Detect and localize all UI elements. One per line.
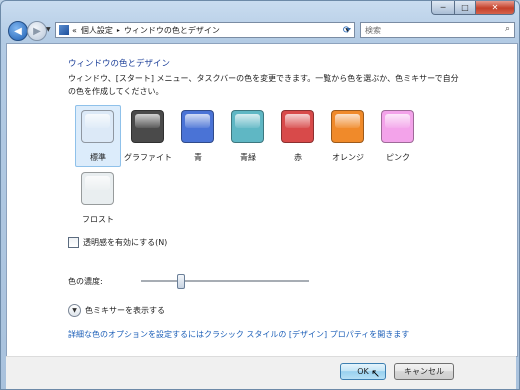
swatch-color-box[interactable]	[131, 110, 164, 143]
swatch-color-box[interactable]	[181, 110, 214, 143]
intensity-label: 色の濃度:	[68, 277, 103, 286]
breadcrumb-personalization[interactable]: 個人設定	[81, 25, 113, 36]
content-pane: ウィンドウの色とデザイン ウィンドウ、[スタート] メニュー、タスクバーの色を変…	[6, 43, 518, 357]
breadcrumb-window-color[interactable]: ウィンドウの色とデザイン	[124, 25, 220, 36]
search-input[interactable]: 検索 ⌕	[360, 22, 515, 38]
address-prefix: «	[72, 25, 77, 35]
page-description: ウィンドウ、[スタート] メニュー、タスクバーの色を変更できます。一覧から色を選…	[68, 72, 468, 98]
maximize-icon[interactable]: □	[455, 1, 476, 15]
swatch-color-box[interactable]	[381, 110, 414, 143]
transparency-checkbox[interactable]	[68, 237, 79, 248]
intensity-slider-track[interactable]	[141, 280, 309, 283]
control-panel-icon	[59, 25, 69, 35]
mouse-cursor-icon: ↖	[371, 367, 381, 380]
minimize-icon[interactable]: ─	[431, 1, 455, 15]
forward-arrow-icon[interactable]: ▶	[27, 21, 47, 41]
cancel-button[interactable]: キャンセル	[394, 363, 454, 380]
search-icon[interactable]: ⌕	[505, 24, 510, 34]
page-title: ウィンドウの色とデザイン	[68, 59, 171, 69]
swatch-color-box[interactable]	[81, 172, 114, 205]
show-color-mixer[interactable]: ▼ 色ミキサーを表示する	[68, 304, 165, 317]
address-bar[interactable]: « 個人設定 ▸ ウィンドウの色とデザイン ▼	[55, 22, 355, 38]
back-arrow-icon[interactable]: ◀	[8, 21, 28, 41]
swatch-color-box[interactable]	[281, 110, 314, 143]
control-panel-window: ─ □ ✕ ◀ ▶ ▼ « 個人設定 ▸ ウィンドウの色とデザイン ▼ ⟳ 検索…	[0, 0, 520, 390]
description-line-1: ウィンドウ、[スタート] メニュー、タスクバーの色を変更できます。一覧から色を選…	[68, 74, 459, 83]
description-line-2: の色を作成してください。	[68, 87, 164, 96]
swatch-label: ピンク	[386, 153, 410, 162]
color-mixer-label[interactable]: 色ミキサーを表示する	[85, 305, 165, 316]
intensity-slider-thumb[interactable]	[177, 274, 186, 289]
caption-buttons: ─ □ ✕	[431, 1, 515, 15]
swatch-color-box[interactable]	[331, 110, 364, 143]
classic-appearance-link[interactable]: 詳細な色のオプションを設定するにはクラシック スタイルの [デザイン] プロパテ…	[68, 329, 409, 340]
search-placeholder: 検索	[365, 25, 381, 35]
swatch-color-box[interactable]	[231, 110, 264, 143]
swatch-color-box[interactable]	[81, 110, 114, 143]
recent-pages-dropdown-icon[interactable]: ▼	[46, 26, 51, 33]
breadcrumb-separator-icon[interactable]: ▸	[117, 27, 120, 34]
transparency-option[interactable]: 透明感を有効にする(N)	[68, 237, 167, 248]
swatch-label: フロスト	[82, 215, 114, 224]
expand-chevron-icon[interactable]: ▼	[68, 304, 81, 317]
close-icon[interactable]: ✕	[476, 1, 515, 15]
transparency-label: 透明感を有効にする(N)	[83, 238, 168, 247]
refresh-icon[interactable]: ⟳	[340, 23, 354, 37]
